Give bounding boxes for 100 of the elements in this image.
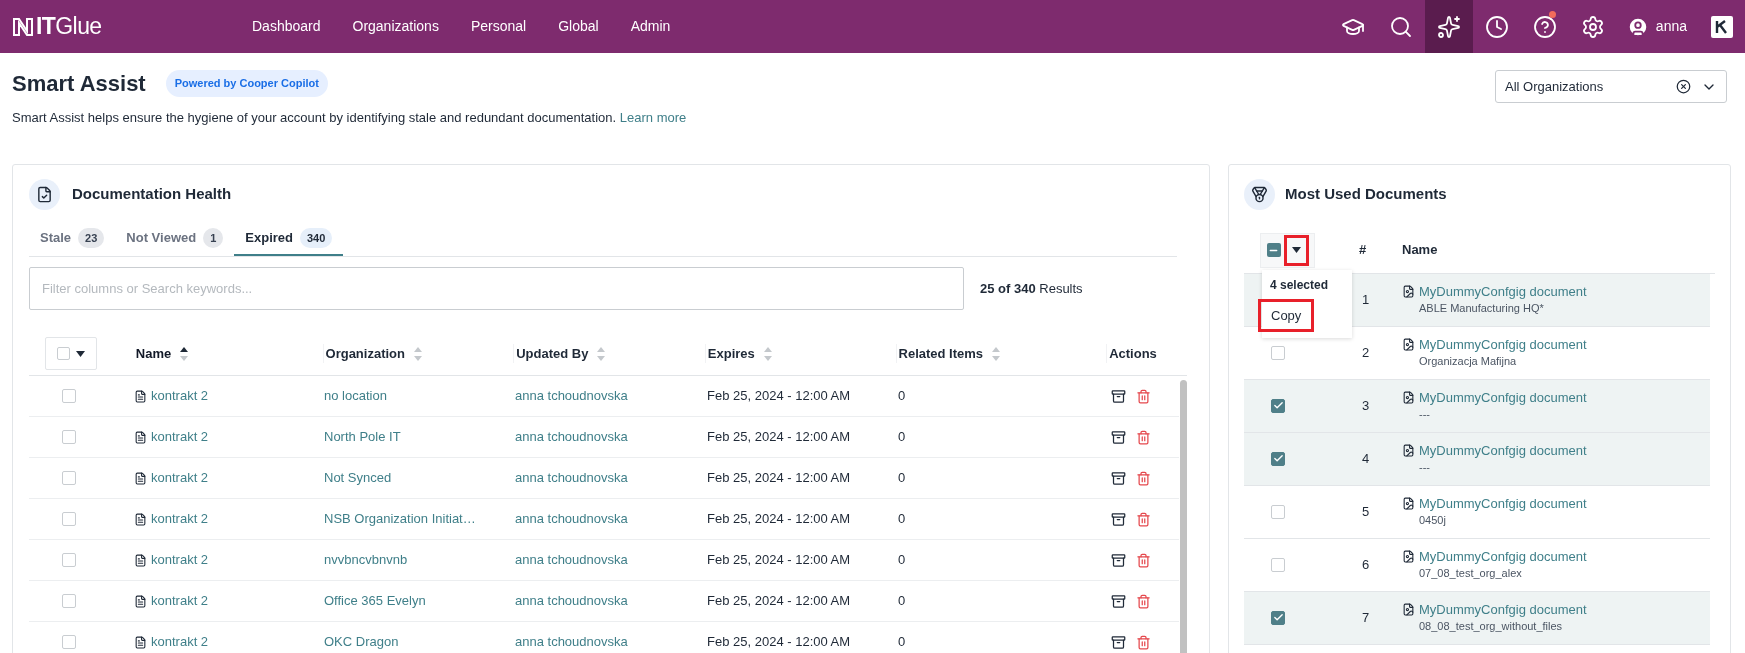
user-link[interactable]: anna tchoudnovska [515, 429, 628, 445]
expiry-date: Feb 25, 2024 - 12:00 AM [707, 470, 851, 486]
archive-icon[interactable] [1111, 593, 1126, 609]
menu-item[interactable]: Copy [1258, 298, 1315, 332]
document-link[interactable]: kontrakt 2 [151, 386, 209, 406]
checkbox[interactable] [62, 430, 76, 444]
organization-select[interactable]: All Organizations [1495, 70, 1727, 103]
caret-icon [1291, 247, 1301, 253]
document-row[interactable]: 7 MyDummyConfgig document 08_08_test_org_without_files [1244, 591, 1710, 645]
column-header: Name [1401, 241, 1438, 260]
user-link[interactable]: anna tchoudnovska [515, 634, 628, 650]
document-link[interactable]: kontrakt 2 [151, 468, 209, 488]
archive-icon[interactable] [1111, 388, 1126, 404]
document-link[interactable]: kontrakt 2 [151, 632, 209, 652]
archive-icon[interactable] [1111, 552, 1126, 568]
trash-icon[interactable] [1136, 634, 1151, 650]
column-header[interactable]: Expires [707, 343, 773, 364]
document-link[interactable]: MyDummyConfgig document [1419, 335, 1587, 353]
document-row[interactable]: 4 MyDummyConfgig document --- [1244, 432, 1710, 486]
document-link[interactable]: MyDummyConfgig document [1419, 547, 1587, 565]
column-header[interactable]: Organization [325, 343, 423, 364]
checkbox[interactable] [1271, 557, 1285, 572]
nav-link[interactable]: Personal [470, 16, 527, 37]
archive-icon[interactable] [1111, 429, 1126, 445]
row-number: 7 [1361, 608, 1371, 627]
checkbox[interactable] [62, 635, 76, 649]
organization-link[interactable]: North Pole IT [324, 429, 401, 445]
organization-link[interactable]: OKC Dragon [324, 634, 399, 650]
document-row[interactable]: 3 MyDummyConfgig document --- [1244, 379, 1710, 433]
trash-icon[interactable] [1136, 552, 1151, 568]
nav-link[interactable]: Admin [630, 16, 671, 37]
checkbox[interactable] [62, 553, 76, 567]
trash-icon[interactable] [1136, 429, 1151, 445]
archive-icon[interactable] [1111, 634, 1126, 650]
sparkles-button[interactable] [1424, 0, 1473, 53]
archive-icon[interactable] [1111, 470, 1126, 486]
organization-link[interactable]: nvvbncvbnvnb [324, 552, 408, 568]
document-link[interactable]: kontrakt 2 [151, 427, 209, 447]
check-icon [1272, 612, 1284, 623]
document-link[interactable]: MyDummyConfgig document [1419, 388, 1587, 406]
clear-icon[interactable] [1676, 79, 1691, 94]
page-title: Smart Assist [12, 70, 146, 98]
user-link[interactable]: anna tchoudnovska [515, 470, 628, 486]
tab[interactable]: Stale 23 [29, 227, 116, 256]
user-link[interactable]: anna tchoudnovska [515, 511, 628, 527]
organization-name: --- [1419, 459, 1431, 475]
check-icon [1272, 400, 1284, 411]
checkbox[interactable] [1271, 345, 1285, 360]
organization-link[interactable]: Office 365 Evelyn [324, 593, 426, 609]
column-header[interactable]: Actions [1109, 343, 1157, 364]
organization-name: 08_08_test_org_without_files [1419, 618, 1564, 634]
search-field[interactable]: Filter columns or Search keywords... [29, 267, 964, 310]
nav-link[interactable]: Global [558, 16, 599, 37]
document-link[interactable]: MyDummyConfgig document [1419, 600, 1587, 618]
checkbox[interactable] [1271, 451, 1285, 466]
checkbox[interactable] [62, 512, 76, 526]
document-link[interactable]: kontrakt 2 [151, 550, 209, 570]
organization-link[interactable]: no location [324, 388, 387, 404]
learn-more-link[interactable]: Learn more [619, 110, 687, 125]
tab[interactable]: Not Viewed 1 [115, 227, 235, 256]
checkbox[interactable] [1266, 243, 1281, 257]
checkbox[interactable] [1271, 398, 1285, 413]
document-link[interactable]: MyDummyConfgig document [1419, 282, 1587, 300]
trash-icon[interactable] [1136, 593, 1151, 609]
related-items-count: 0 [898, 511, 906, 527]
checkbox[interactable] [62, 389, 76, 403]
document-link[interactable]: MyDummyConfgig document [1419, 441, 1587, 459]
nav-link[interactable]: Organizations [352, 16, 439, 37]
help-icon [1532, 14, 1557, 39]
checkbox[interactable] [62, 594, 76, 608]
document-link[interactable]: MyDummyConfgig document [1419, 494, 1587, 512]
checkbox[interactable] [1271, 610, 1285, 625]
caret-button[interactable] [1283, 234, 1309, 266]
selected-count: 4 selected [1269, 276, 1330, 294]
trash-icon[interactable] [1136, 470, 1151, 486]
document-link[interactable]: kontrakt 2 [151, 591, 209, 611]
image-file-icon [1402, 284, 1415, 298]
user-link[interactable]: anna tchoudnovska [515, 388, 628, 404]
organization-link[interactable]: Not Synced [324, 470, 392, 486]
user-menu[interactable]: anna [1616, 15, 1697, 38]
sort-icon[interactable] [179, 345, 190, 362]
user-link[interactable]: anna tchoudnovska [515, 593, 628, 609]
column-header[interactable]: Name [135, 343, 190, 364]
user-link[interactable]: anna tchoudnovska [515, 552, 628, 568]
tab[interactable]: Expired 340 [234, 227, 344, 256]
document-icon [134, 471, 147, 485]
column-header[interactable]: Related Items [898, 343, 1002, 364]
archive-icon[interactable] [1111, 511, 1126, 527]
column-header[interactable]: Updated By [516, 343, 607, 364]
trash-icon[interactable] [1136, 511, 1151, 527]
organization-link[interactable]: NSB Organization Initiat… [324, 511, 476, 527]
expiry-date: Feb 25, 2024 - 12:00 AM [707, 429, 851, 445]
document-link[interactable]: kontrakt 2 [151, 509, 209, 529]
row-number: 3 [1361, 396, 1371, 415]
nav-link[interactable]: Dashboard [252, 16, 321, 37]
checkbox[interactable] [62, 471, 76, 485]
scrollbar[interactable] [1180, 380, 1187, 653]
trash-icon[interactable] [1136, 388, 1151, 404]
checkbox[interactable] [1271, 504, 1285, 519]
app-logo-icon[interactable] [1711, 15, 1733, 38]
